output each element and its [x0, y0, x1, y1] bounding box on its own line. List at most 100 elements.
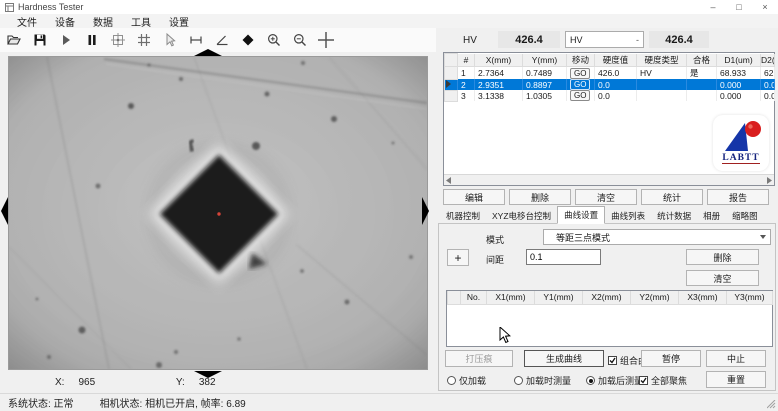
- report-button[interactable]: 报告: [707, 189, 769, 205]
- col-pass[interactable]: 合格: [687, 54, 717, 67]
- labtt-logo: LABTT: [713, 115, 769, 171]
- labtt-logo-icon: [717, 115, 765, 155]
- tab-machine-control[interactable]: 机器控制: [440, 208, 486, 224]
- menu-data[interactable]: 数据: [84, 14, 122, 29]
- mode-select[interactable]: 等距三点模式: [543, 229, 771, 245]
- menu-file[interactable]: 文件: [8, 14, 46, 29]
- results-table-container: # X(mm) Y(mm) 移动 硬度值 硬度类型 合格 D1(um) D2( …: [443, 52, 775, 186]
- abort-button[interactable]: 中止: [706, 350, 766, 367]
- save-icon[interactable]: [31, 31, 48, 49]
- cursor-icon[interactable]: [161, 31, 178, 49]
- edit-button[interactable]: 编辑: [443, 189, 505, 205]
- maximize-button[interactable]: □: [726, 2, 752, 12]
- hardness-unit-select[interactable]: HV -: [565, 31, 644, 48]
- mode-label: 模式: [486, 233, 504, 246]
- clear-button[interactable]: 清空: [575, 189, 637, 205]
- table-row-selected[interactable]: 22.93510.8897 GO 0.0 0.0000.00: [445, 79, 775, 90]
- col-x2[interactable]: X2(mm): [583, 291, 631, 304]
- col-y1[interactable]: Y1(mm): [535, 291, 583, 304]
- curve-clear-button[interactable]: 清空: [686, 270, 759, 286]
- tab-thumbnail[interactable]: 缩略图: [726, 208, 764, 224]
- zoom-out-icon[interactable]: [291, 31, 308, 49]
- measure-after-load-radio[interactable]: 加载后测量: [586, 374, 643, 387]
- dropdown-indicator: -: [636, 35, 639, 45]
- curve-delete-button[interactable]: 删除: [686, 249, 759, 265]
- col-num[interactable]: #: [458, 54, 475, 67]
- tab-xyz-stage-control[interactable]: XYZ电移台控制: [486, 208, 557, 224]
- add-point-button[interactable]: +: [447, 249, 469, 266]
- cursor-coordinates: X:965 Y:382: [55, 377, 216, 388]
- generate-curve-button[interactable]: 生成曲线: [524, 350, 604, 367]
- focus-all-checkbox[interactable]: 全部聚焦: [639, 374, 687, 387]
- stage-left-button[interactable]: [1, 197, 9, 225]
- check-icon: [640, 377, 647, 384]
- app-icon: [5, 3, 14, 12]
- go-button[interactable]: GO: [570, 68, 590, 79]
- col-x3[interactable]: X3(mm): [679, 291, 727, 304]
- row-selector-header: [448, 291, 461, 304]
- go-button[interactable]: GO: [570, 90, 590, 101]
- measure-during-load-radio[interactable]: 加载时测量: [514, 374, 571, 387]
- scroll-left-icon: [446, 177, 452, 184]
- delete-button[interactable]: 删除: [509, 189, 571, 205]
- col-y2[interactable]: Y2(mm): [631, 291, 679, 304]
- reset-button[interactable]: 重置: [706, 371, 766, 388]
- col-type[interactable]: 硬度类型: [637, 54, 687, 67]
- specimen-image: [9, 57, 427, 369]
- play-icon[interactable]: [57, 31, 74, 49]
- minimize-button[interactable]: –: [700, 2, 726, 12]
- results-table: # X(mm) Y(mm) 移动 硬度值 硬度类型 合格 D1(um) D2( …: [444, 53, 775, 102]
- width-measure-icon[interactable]: [187, 31, 204, 49]
- spacing-label: 间距: [486, 253, 504, 266]
- col-y3[interactable]: Y3(mm): [727, 291, 773, 304]
- col-hardness[interactable]: 硬度值: [595, 54, 637, 67]
- zoom-in-icon[interactable]: [265, 31, 282, 49]
- eraser-icon[interactable]: [239, 31, 256, 49]
- status-bar: 系统状态: 正常 相机状态: 相机已开启, 帧率: 6.89: [0, 393, 778, 411]
- col-d1[interactable]: D1(um): [717, 54, 761, 67]
- col-x[interactable]: X(mm): [475, 54, 523, 67]
- right-arrow-icon: [421, 197, 429, 225]
- up-arrow-icon: [194, 49, 222, 57]
- stats-button[interactable]: 统计: [641, 189, 703, 205]
- mode-value: 等距三点模式: [556, 231, 610, 244]
- tab-curve-list[interactable]: 曲线列表: [605, 208, 651, 224]
- close-button[interactable]: ×: [752, 2, 778, 12]
- col-move[interactable]: 移动: [567, 54, 595, 67]
- stage-up-button[interactable]: [194, 49, 222, 57]
- menu-tools[interactable]: 工具: [122, 14, 160, 29]
- col-y[interactable]: Y(mm): [523, 54, 567, 67]
- resize-grip[interactable]: [767, 400, 776, 409]
- table-row[interactable]: 33.13381.0305 GO 0.0 0.0000.00: [445, 90, 775, 101]
- angle-icon[interactable]: [213, 31, 230, 49]
- spacing-input[interactable]: [526, 249, 601, 265]
- coord-x-value: 965: [78, 377, 95, 388]
- pause-icon[interactable]: [83, 31, 100, 49]
- stage-right-button[interactable]: [421, 197, 429, 225]
- camera-status: 相机状态: 相机已开启, 帧率: 6.89: [100, 395, 246, 410]
- hardness-converted-display: 426.4: [649, 31, 709, 48]
- tab-statistics[interactable]: 统计数据: [651, 208, 697, 224]
- go-button[interactable]: GO: [570, 79, 590, 90]
- pause-button[interactable]: 暂停: [641, 350, 701, 367]
- col-d2[interactable]: D2(: [761, 54, 775, 67]
- curve-settings-panel: 模式 等距三点模式 + 间距 删除 清空 No. X1(mm) Y1(mm) X…: [438, 223, 776, 391]
- tab-album[interactable]: 相册: [697, 208, 726, 224]
- table-row[interactable]: 12.73640.7489 GO 426.0HV是 68.93362.9: [445, 67, 775, 80]
- tab-curve-settings[interactable]: 曲线设置: [557, 206, 605, 224]
- scroll-right-icon: [766, 177, 772, 184]
- menu-settings[interactable]: 设置: [160, 14, 198, 29]
- labtt-logo-text: LABTT: [722, 153, 759, 164]
- grid-icon[interactable]: [135, 31, 152, 49]
- table-hscrollbar[interactable]: [444, 174, 774, 185]
- mouse-cursor: [499, 327, 511, 349]
- menu-device[interactable]: 设备: [46, 14, 84, 29]
- camera-image-view[interactable]: [8, 56, 428, 370]
- col-no[interactable]: No.: [461, 291, 487, 304]
- open-icon[interactable]: [5, 31, 22, 49]
- col-x1[interactable]: X1(mm): [487, 291, 535, 304]
- load-only-radio[interactable]: 仅加载: [447, 374, 486, 387]
- crosshair-icon[interactable]: [317, 31, 334, 49]
- load-only-label: 仅加载: [459, 374, 486, 387]
- target-icon[interactable]: [109, 31, 126, 49]
